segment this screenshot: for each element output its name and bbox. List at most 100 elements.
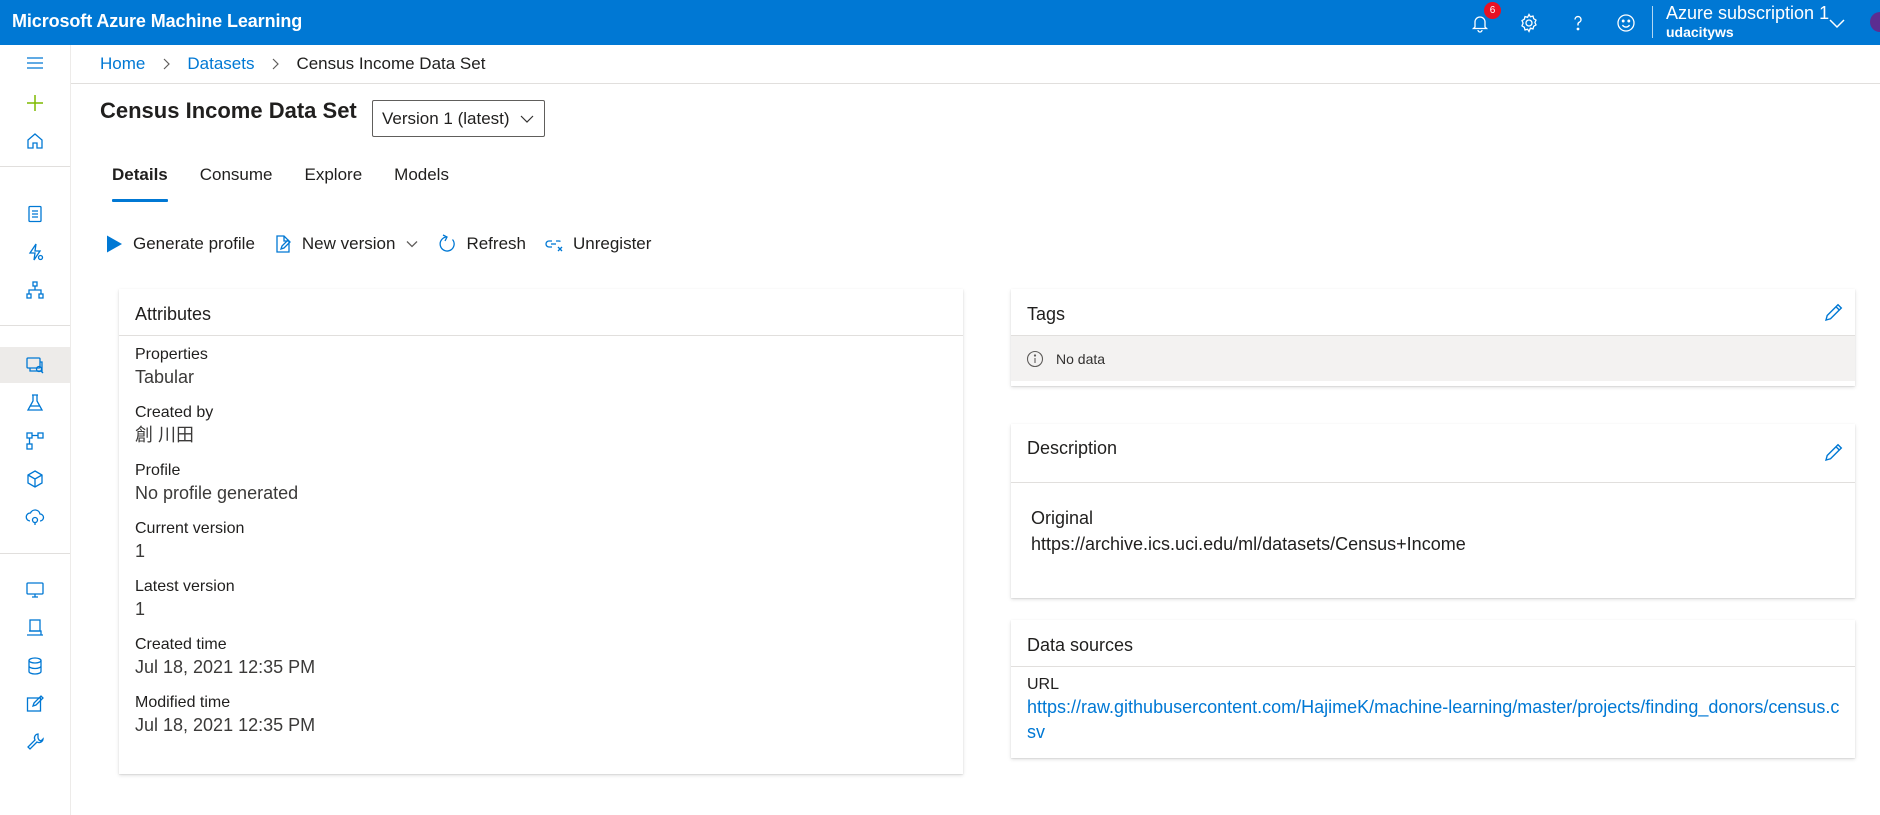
designer-icon xyxy=(26,281,44,299)
page-title: Census Income Data Set xyxy=(100,98,357,123)
account-switcher[interactable]: Azure subscription 1 udacityws xyxy=(1666,2,1829,41)
attribute-created-by: Created by 創 川田 xyxy=(135,403,947,447)
description-header: Description xyxy=(1011,424,1855,483)
home-icon xyxy=(27,133,43,149)
refresh-button[interactable]: Refresh xyxy=(437,234,526,254)
breadcrumb-home[interactable]: Home xyxy=(100,54,145,74)
attribute-label: Current version xyxy=(135,520,245,537)
datasets-icon xyxy=(26,357,44,374)
nav-automated-ml[interactable] xyxy=(0,234,70,270)
description-body: Original https://archive.ics.uci.edu/ml/… xyxy=(1011,483,1855,557)
tab-details[interactable]: Details xyxy=(100,160,180,202)
notifications-button[interactable]: 6 xyxy=(1458,0,1502,45)
avatar[interactable] xyxy=(1870,12,1880,32)
info-icon xyxy=(1026,350,1044,367)
top-divider xyxy=(1652,6,1653,38)
nav-experiments[interactable] xyxy=(0,385,70,421)
automl-icon xyxy=(28,243,44,261)
help-button[interactable] xyxy=(1556,0,1600,45)
chevron-right-icon xyxy=(273,58,280,70)
new-version-button[interactable]: New version xyxy=(273,234,420,254)
nav-linked-services[interactable] xyxy=(0,724,70,760)
attribute-profile: Profile No profile generated xyxy=(135,461,947,505)
help-icon xyxy=(1574,15,1582,30)
play-icon xyxy=(107,235,122,253)
unregister-label: Unregister xyxy=(572,234,652,253)
no-data-text: No data xyxy=(1056,350,1106,367)
generate-profile-button[interactable]: Generate profile xyxy=(104,234,255,254)
attribute-value: 創 川田 xyxy=(135,425,195,445)
attribute-value: No profile generated xyxy=(135,483,299,503)
nav-create-new[interactable] xyxy=(0,85,70,121)
tags-title: Tags xyxy=(1027,304,1066,324)
pencil-icon[interactable] xyxy=(1823,441,1845,463)
attribute-modified-time: Modified time Jul 18, 2021 12:35 PM xyxy=(135,693,947,737)
chevron-down-icon[interactable] xyxy=(1826,12,1848,34)
data-sources-card: Data sources URL https://raw.githubuserc… xyxy=(1011,620,1855,758)
refresh-label: Refresh xyxy=(466,234,526,253)
refresh-icon xyxy=(439,234,456,252)
models-icon xyxy=(27,470,43,488)
smiley-feedback-icon xyxy=(1617,13,1635,32)
edit-document-icon xyxy=(276,235,291,253)
tags-card: Tags No data xyxy=(1011,289,1855,386)
unlink-icon xyxy=(545,240,563,252)
subscription-name: Azure subscription 1 xyxy=(1666,3,1830,23)
attribute-latest-version: Latest version 1 xyxy=(135,577,947,621)
data-source-label: URL xyxy=(1027,676,1060,693)
attribute-value: Jul 18, 2021 12:35 PM xyxy=(135,657,316,677)
tags-header: Tags xyxy=(1011,289,1855,336)
unregister-button[interactable]: Unregister xyxy=(544,234,651,254)
nav-designer[interactable] xyxy=(0,272,70,308)
description-card: Description Original https://archive.ics… xyxy=(1011,424,1855,598)
tags-empty-state: No data xyxy=(1011,336,1855,381)
data-source-url-link[interactable]: https://raw.githubusercontent.com/Hajime… xyxy=(1027,695,1847,745)
tab-explore[interactable]: Explore xyxy=(293,160,375,202)
app-title[interactable]: Microsoft Azure Machine Learning xyxy=(12,11,302,32)
pipelines-icon xyxy=(26,432,44,450)
nav-datastores[interactable] xyxy=(0,648,70,684)
nav-datasets[interactable] xyxy=(0,347,70,383)
version-dropdown[interactable]: Version 1 (latest) xyxy=(372,100,545,137)
nav-separator xyxy=(0,325,70,326)
nav-notebooks[interactable] xyxy=(0,196,70,232)
nav-separator xyxy=(0,553,70,554)
notification-badge: 6 xyxy=(1484,2,1501,19)
generate-profile-label: Generate profile xyxy=(133,234,255,253)
experiments-icon xyxy=(26,394,44,411)
chevron-right-icon xyxy=(163,58,171,70)
chevron-down-icon xyxy=(520,115,534,123)
attributes-list: Properties Tabular Created by 創 川田 Profi… xyxy=(119,336,963,737)
new-version-label: New version xyxy=(301,234,396,253)
data-labeling-icon xyxy=(26,695,44,712)
attribute-current-version: Current version 1 xyxy=(135,519,947,563)
settings-button[interactable] xyxy=(1507,0,1551,45)
environments-icon xyxy=(27,619,43,636)
nav-endpoints[interactable] xyxy=(0,499,70,535)
nav-menu-toggle[interactable] xyxy=(0,45,70,81)
attribute-label: Created by xyxy=(135,404,214,421)
compute-icon xyxy=(26,582,44,598)
nav-compute[interactable] xyxy=(0,572,70,608)
tab-consume[interactable]: Consume xyxy=(188,160,285,202)
datastores-icon xyxy=(28,657,42,675)
nav-data-labeling[interactable] xyxy=(0,686,70,722)
tab-bar: Details Consume Explore Models xyxy=(100,160,469,202)
chevron-down-icon xyxy=(406,241,418,248)
attribute-label: Modified time xyxy=(135,694,231,711)
feedback-button[interactable] xyxy=(1604,0,1648,45)
breadcrumb-datasets[interactable]: Datasets xyxy=(187,54,254,74)
nav-environments[interactable] xyxy=(0,610,70,646)
attributes-card: Attributes Properties Tabular Created by… xyxy=(119,289,963,774)
nav-models[interactable] xyxy=(0,461,70,497)
data-sources-body: URL https://raw.githubusercontent.com/Ha… xyxy=(1011,667,1855,745)
linked-services-icon xyxy=(27,733,44,750)
nav-home[interactable] xyxy=(0,123,70,159)
header-divider xyxy=(71,83,1880,84)
attribute-value: 1 xyxy=(135,599,146,619)
tab-models[interactable]: Models xyxy=(382,160,461,202)
nav-pipelines[interactable] xyxy=(0,423,70,459)
pencil-icon[interactable] xyxy=(1823,301,1845,323)
attribute-value: 1 xyxy=(135,541,146,561)
workspace-name: udacityws xyxy=(1666,24,1734,40)
